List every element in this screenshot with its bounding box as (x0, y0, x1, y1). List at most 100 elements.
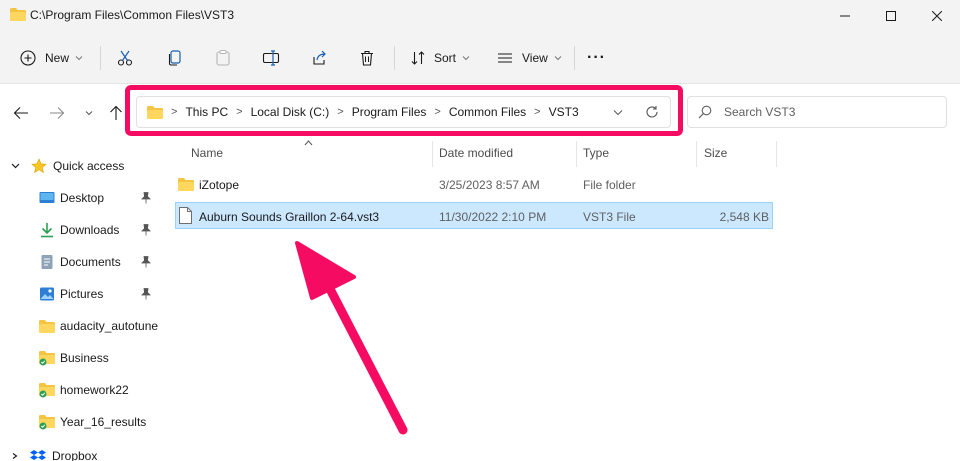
sidebar-item-downloads[interactable]: Downloads (0, 216, 160, 244)
pictures-icon (40, 287, 54, 301)
star-icon (31, 158, 47, 174)
file-type: VST3 File (583, 209, 636, 224)
column-divider[interactable] (432, 141, 433, 167)
sidebar-item-documents[interactable]: Documents (0, 248, 160, 276)
pin-icon (141, 192, 151, 204)
search-input[interactable]: Search VST3 (724, 105, 795, 119)
chevron-down-icon (75, 56, 83, 61)
file-date-modified: 11/30/2022 2:10 PM (439, 209, 547, 224)
sidebar-item-label: Documents (60, 255, 121, 269)
minimize-button[interactable] (822, 0, 868, 32)
arrow-left-icon (13, 107, 28, 119)
rename-button[interactable] (262, 44, 280, 72)
more-options-button[interactable]: ··· (587, 44, 606, 72)
share-icon (313, 50, 326, 65)
search-icon (698, 105, 712, 119)
sidebar-item-business[interactable]: Business (0, 344, 160, 372)
minimize-icon (840, 15, 850, 17)
sidebar-item-desktop[interactable]: Desktop (0, 184, 160, 212)
pin-icon (141, 224, 151, 236)
file-name: Auburn Sounds Graillon 2-64.vst3 (199, 209, 380, 224)
synced-folder-icon (39, 414, 55, 429)
sidebar-item-label: Quick access (53, 159, 125, 173)
delete-button[interactable] (358, 44, 376, 72)
sidebar-item-label: Business (60, 351, 109, 365)
column-header-date-modified[interactable]: Date modified (439, 139, 513, 167)
close-icon (932, 11, 942, 21)
arrow-right-icon (50, 107, 65, 119)
file-date-modified: 3/25/2023 8:57 AM (439, 177, 540, 192)
column-divider[interactable] (696, 141, 697, 167)
view-button[interactable]: View (497, 44, 562, 72)
sidebar-item-label: Dropbox (52, 449, 98, 461)
new-label: New (45, 51, 70, 65)
sidebar-item-label: Year_16_results (60, 415, 147, 429)
column-divider[interactable] (776, 141, 777, 167)
file-row-selected[interactable]: Auburn Sounds Graillon 2-64.vst3 11/30/2… (175, 202, 773, 229)
copy-button[interactable] (166, 44, 184, 72)
desktop-icon (39, 192, 55, 203)
sidebar-item-label: Downloads (60, 223, 120, 237)
paste-button[interactable] (214, 44, 232, 72)
sort-label: Sort (434, 51, 457, 65)
sidebar-item-homework22[interactable]: homework22 (0, 376, 160, 404)
view-label: View (522, 51, 548, 65)
cut-button[interactable] (116, 44, 134, 72)
column-divider[interactable] (576, 141, 577, 167)
folder-icon (178, 178, 194, 191)
paste-icon (216, 50, 230, 66)
chevron-right-icon (12, 453, 18, 459)
close-button[interactable] (914, 0, 960, 32)
copy-icon (168, 50, 181, 66)
synced-folder-icon (39, 382, 55, 397)
navigation-pane: Quick access Desktop Downloads Documents… (0, 139, 160, 461)
back-button[interactable] (12, 104, 30, 122)
search-box[interactable]: Search VST3 (687, 96, 947, 128)
sidebar-item-quick-access[interactable]: Quick access (0, 152, 160, 180)
column-header-type[interactable]: Type (583, 139, 609, 167)
file-type: File folder (583, 177, 636, 192)
address-highlight-annotation (125, 85, 683, 136)
sidebar-item-label: Pictures (60, 287, 104, 301)
sort-ascending-icon (304, 140, 313, 146)
file-size: 2,548 KB (719, 209, 769, 224)
share-button[interactable] (310, 44, 328, 72)
dropbox-icon (30, 450, 46, 460)
up-button[interactable] (107, 104, 125, 122)
sidebar-item-label: Desktop (60, 191, 105, 205)
rename-icon (262, 50, 280, 66)
download-icon (41, 223, 53, 238)
file-row[interactable]: iZotope 3/25/2023 8:57 AM File folder (175, 171, 773, 198)
synced-folder-icon (39, 350, 55, 365)
sort-button[interactable]: Sort (410, 44, 470, 72)
maximize-icon (886, 11, 896, 21)
view-list-icon (498, 53, 512, 63)
maximize-button[interactable] (868, 0, 914, 32)
plus-circle-icon (20, 50, 36, 66)
sidebar-item-pictures[interactable]: Pictures (0, 280, 160, 308)
recent-locations-button[interactable] (80, 104, 98, 122)
chevron-down-icon (554, 56, 562, 61)
arrow-up-icon (110, 105, 122, 120)
sidebar-item-label: homework22 (60, 383, 129, 397)
forward-button[interactable] (48, 104, 66, 122)
file-icon (179, 207, 192, 224)
sidebar-item-year-16-results[interactable]: Year_16_results (0, 408, 160, 436)
sidebar-item-label: audacity_autotune (60, 319, 159, 333)
sort-icon (411, 51, 425, 65)
command-bar: New Sort View ··· (0, 32, 960, 84)
separator (394, 46, 395, 70)
column-header-name[interactable]: Name (191, 139, 223, 167)
documents-icon (41, 255, 53, 269)
separator (574, 46, 575, 70)
column-header-size[interactable]: Size (704, 139, 727, 167)
folder-icon (39, 319, 55, 333)
sidebar-item-audacity-autotune[interactable]: audacity_autotune (0, 312, 160, 340)
folder-icon (10, 8, 26, 21)
trash-icon (361, 50, 373, 66)
sidebar-item-dropbox[interactable]: Dropbox (0, 442, 160, 461)
title-bar: C:\Program Files\Common Files\VST3 (0, 0, 960, 32)
chevron-down-icon (462, 56, 470, 61)
chevron-down-icon (85, 111, 93, 116)
new-button[interactable]: New (20, 44, 83, 72)
